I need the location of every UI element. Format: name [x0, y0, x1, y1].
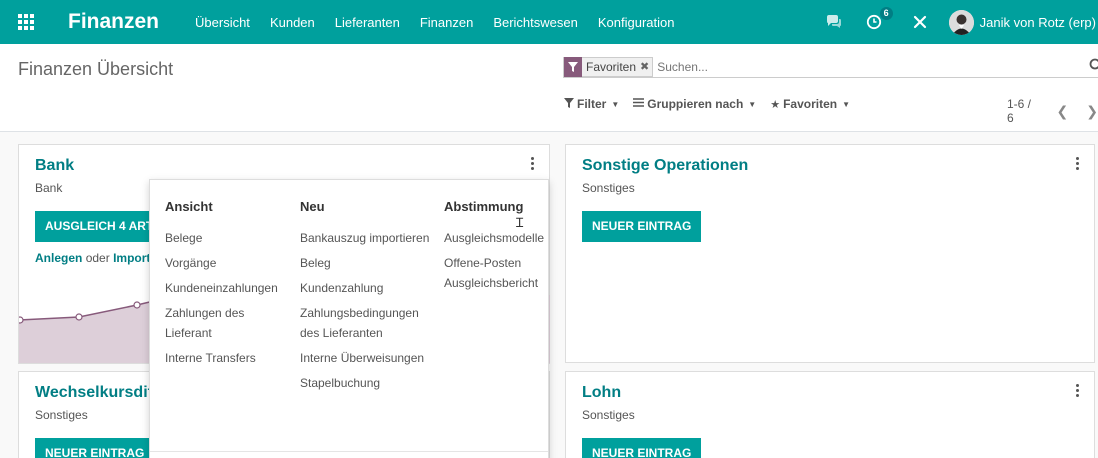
dropdown-item[interactable]: Kundeneinzahlungen [165, 278, 290, 298]
dropdown-section-ansicht: Ansicht Belege Vorgänge Kundeneinzahlung… [165, 199, 290, 373]
menu-item-lieferanten[interactable]: Lieferanten [335, 15, 400, 30]
new-entry-button[interactable]: NEUER EINTRAG [582, 438, 702, 458]
list-bars-icon [633, 98, 645, 110]
user-name[interactable]: Janik von Rotz (erp) [980, 15, 1096, 30]
control-panel: Finanzen Übersicht Favoriten ✖ Filter ▼ … [0, 44, 1098, 132]
activity-count-badge: 6 [879, 7, 893, 20]
dropdown-item[interactable]: Zahlungen des Lieferant [165, 303, 290, 343]
user-avatar[interactable] [948, 9, 974, 35]
reconcile-button[interactable]: AUSGLEICH 4 ARTIKEL [35, 211, 167, 242]
filter-dropdown-button[interactable]: Filter ▼ [564, 97, 619, 111]
dropdown-item[interactable]: Interne Transfers [165, 348, 290, 368]
favorites-dropdown-button[interactable]: ★ Favoriten ▼ [770, 97, 850, 111]
filter-bar: Filter ▼ Gruppieren nach ▼ ★ Favoriten ▼ [564, 97, 864, 111]
menu-item-kunden[interactable]: Kunden [270, 15, 315, 30]
new-entry-button[interactable]: NEUER EINTRAG [35, 438, 155, 458]
bank-card-options-dropdown: Ansicht Belege Vorgänge Kundeneinzahlung… [149, 179, 549, 458]
apps-menu-icon[interactable] [0, 0, 52, 44]
app-brand[interactable]: Finanzen [68, 10, 159, 34]
facet-label: Favoriten [586, 59, 637, 74]
group-by-dropdown-button[interactable]: Gruppieren nach ▼ [633, 97, 756, 111]
create-link[interactable]: Anlegen [35, 251, 82, 265]
dropdown-item[interactable]: Interne Überweisungen [300, 348, 435, 368]
card-title[interactable]: Bank [35, 157, 74, 175]
filter-funnel-icon [564, 97, 574, 111]
dropdown-item[interactable]: Zahlungsbedingungen des Lieferanten [300, 303, 435, 343]
favorites-label: Favoriten [783, 97, 838, 111]
card-title[interactable]: Lohn [582, 384, 621, 402]
dropdown-section-neu: Neu Bankauszug importieren Beleg Kundenz… [300, 199, 435, 398]
section-heading: Abstimmung [444, 199, 524, 214]
card-options-icon[interactable] [1076, 157, 1080, 170]
dropdown-section-abstimmung: Abstimmung Ausgleichsmodelle Offene-Post… [444, 199, 554, 298]
card-subtitle: Sonstiges [35, 408, 88, 422]
dropdown-item[interactable]: Ausgleichsmodelle [444, 228, 554, 248]
card-subtitle: Bank [35, 181, 63, 195]
journal-card-sonstige-operationen: Sonstige Operationen Sonstiges NEUER EIN… [565, 144, 1095, 363]
dropdown-item[interactable]: Beleg [300, 253, 435, 273]
pager-value[interactable]: 1-6 / 6 [1007, 97, 1039, 125]
caret-down-icon: ▼ [748, 99, 757, 109]
or-text: oder [85, 251, 110, 265]
new-entry-button[interactable]: NEUER EINTRAG [582, 211, 702, 242]
section-heading: Ansicht [165, 199, 213, 214]
dropdown-item[interactable]: Vorgänge [165, 253, 290, 273]
text-cursor-icon: Ɪ [516, 215, 524, 230]
debug-tools-icon[interactable] [909, 11, 931, 33]
navbar-systray: 6 Janik von Rotz (erp) [823, 0, 1098, 44]
card-title[interactable]: Sonstige Operationen [582, 157, 748, 175]
filter-label: Filter [577, 97, 607, 111]
top-navbar: Finanzen Übersicht Kunden Lieferanten Fi… [0, 0, 1098, 44]
card-subtitle: Sonstiges [582, 408, 635, 422]
star-icon: ★ [770, 98, 781, 111]
search-bar: Favoriten ✖ [563, 56, 1098, 78]
search-input[interactable] [657, 59, 1058, 74]
dropdown-item[interactable]: Bankauszug importieren [300, 228, 435, 248]
page-title: Finanzen Übersicht [18, 59, 174, 79]
search-facet-favoriten[interactable]: Favoriten ✖ [563, 56, 654, 77]
dropdown-item[interactable]: Offene-Posten Ausgleichsbericht [444, 253, 554, 293]
dropdown-item[interactable]: Belege [165, 228, 290, 248]
menu-item-finanzen[interactable]: Finanzen [420, 15, 473, 30]
dropdown-item[interactable]: Stapelbuchung [300, 373, 435, 393]
menu-item-konfiguration[interactable]: Konfiguration [598, 15, 675, 30]
dropdown-divider [150, 451, 548, 452]
caret-down-icon: ▼ [842, 99, 851, 109]
facet-remove-icon[interactable]: ✖ [640, 60, 652, 73]
group-by-label: Gruppieren nach [647, 97, 744, 111]
pager-next-icon[interactable]: ❯ [1086, 103, 1098, 120]
activity-clock-icon[interactable]: 6 [863, 7, 893, 33]
filter-funnel-icon [564, 56, 582, 77]
caret-down-icon: ▼ [611, 99, 620, 109]
card-subtitle: Sonstiges [582, 181, 635, 195]
dropdown-item[interactable]: Kundenzahlung [300, 278, 435, 298]
main-menu: Übersicht Kunden Lieferanten Finanzen Be… [195, 15, 694, 30]
menu-item-berichtswesen[interactable]: Berichtswesen [493, 15, 578, 30]
chat-icon[interactable] [823, 11, 845, 33]
card-options-icon[interactable] [1076, 384, 1080, 397]
journal-card-lohn: Lohn Sonstiges NEUER EINTRAG [565, 371, 1095, 458]
pager-previous-icon[interactable]: ❮ [1057, 103, 1069, 120]
section-heading: Neu [300, 199, 325, 214]
search-icon[interactable] [1089, 58, 1098, 75]
pager: 1-6 / 6 ❮ ❯ [1007, 97, 1098, 125]
menu-item-uebersicht[interactable]: Übersicht [195, 15, 250, 30]
card-options-icon[interactable] [531, 157, 535, 170]
